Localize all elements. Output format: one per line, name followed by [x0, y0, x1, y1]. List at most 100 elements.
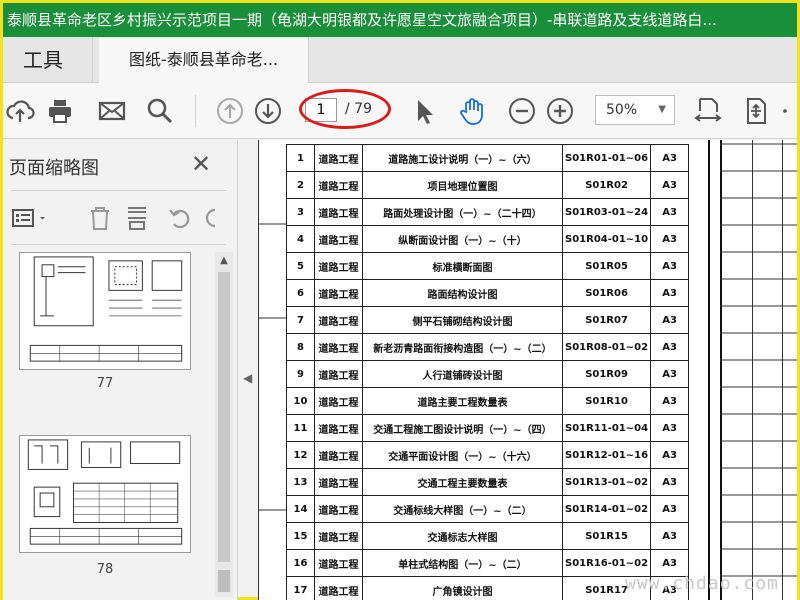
- table-cell: A3: [650, 333, 690, 361]
- table-cell: S01R03-01~24: [561, 198, 652, 226]
- table-cell: 道路工程: [314, 144, 363, 172]
- select-cursor-icon[interactable]: [407, 95, 441, 127]
- thumbnail-sidebar: 页面缩略图 ✕ 77 78 ▲: [3, 140, 238, 600]
- table-cell: 道路工程: [314, 495, 363, 523]
- table-cell: A3: [650, 198, 690, 226]
- table-row: 1 道路工程 道路施工设计说明（一）~（六） S01R01-01~06 A3: [286, 144, 690, 172]
- table-cell: 7: [286, 306, 315, 334]
- extract-pages-icon[interactable]: [123, 204, 151, 232]
- table-cell: 道路工程: [314, 441, 363, 469]
- table-cell: S01R13-01~02: [561, 468, 652, 496]
- table-cell: A3: [650, 279, 690, 307]
- thumbnail-options-icon[interactable]: [11, 204, 39, 232]
- table-row: 6 道路工程 路面结构设计图 S01R06 A3: [286, 279, 690, 307]
- zoom-select[interactable]: 50% ▼: [595, 95, 675, 125]
- tab-bar: 工具 图纸-泰顺县革命老...: [3, 37, 797, 83]
- dropdown-icon[interactable]: [39, 204, 67, 232]
- table-cell: 道路工程: [314, 225, 363, 253]
- table-cell: A3: [650, 468, 690, 496]
- table-cell: 标准横断面图: [362, 252, 563, 280]
- table-row: 15 道路工程 交通标志大样图 S01R15 A3: [286, 522, 690, 550]
- table-row: 4 道路工程 纵断面设计图（一）~（十） S01R04-01~10 A3: [286, 225, 690, 253]
- table-cell: A3: [650, 306, 690, 334]
- table-cell: 道路工程: [314, 252, 363, 280]
- zoom-out-icon[interactable]: [505, 95, 539, 127]
- page-thumbnail[interactable]: [19, 435, 191, 553]
- sidebar-divider: [11, 190, 226, 191]
- scroll-up-icon[interactable]: ▲: [215, 252, 233, 270]
- watermark: www.chdao.com: [625, 573, 779, 594]
- table-cell: A3: [650, 414, 690, 442]
- drawing-margin-lines: [258, 223, 286, 511]
- table-cell: S01R11-01~04: [561, 414, 652, 442]
- table-cell: 13: [286, 468, 315, 496]
- table-row: 7 道路工程 侧平石铺砌结构设计图 S01R07 A3: [286, 306, 690, 334]
- rotate-ccw-icon[interactable]: [166, 204, 194, 232]
- search-icon[interactable]: [143, 95, 177, 127]
- highlight-annotation: [299, 89, 391, 129]
- table-cell: 2: [286, 171, 315, 199]
- tab-document[interactable]: 图纸-泰顺县革命老...: [99, 37, 309, 83]
- table-cell: 道路工程: [314, 360, 363, 388]
- table-cell: 道路主要工程数量表: [362, 387, 563, 415]
- zoom-in-icon[interactable]: [543, 95, 577, 127]
- table-row: 5 道路工程 标准横断面图 S01R05 A3: [286, 252, 690, 280]
- more-tools-icon[interactable]: [779, 95, 797, 127]
- table-cell: 道路工程: [314, 333, 363, 361]
- table-cell: S01R05: [561, 252, 652, 280]
- table-row: 12 道路工程 交通平面设计图（一）~（十六） S01R12-01~16 A3: [286, 441, 690, 469]
- fit-page-icon[interactable]: [739, 95, 773, 127]
- table-cell: 道路工程: [314, 522, 363, 550]
- table-cell: 10: [286, 387, 315, 415]
- scrollbar-track[interactable]: [218, 272, 230, 562]
- upload-icon[interactable]: [3, 95, 37, 127]
- table-cell: 11: [286, 414, 315, 442]
- table-cell: 广角镜设计图: [362, 576, 563, 600]
- tab-tools[interactable]: 工具: [3, 37, 93, 83]
- mail-icon[interactable]: [95, 95, 129, 127]
- table-cell: 4: [286, 225, 315, 253]
- close-icon[interactable]: ✕: [191, 150, 211, 178]
- table-cell: 道路工程: [314, 414, 363, 442]
- table-cell: 14: [286, 495, 315, 523]
- sidebar-toolbar: [11, 200, 231, 236]
- table-cell: 5: [286, 252, 315, 280]
- previous-page-icon[interactable]: [213, 95, 247, 127]
- table-cell: 17: [286, 576, 315, 600]
- thumbnail-page-number: 78: [96, 562, 114, 577]
- thumbnail-page-number: 77: [96, 376, 114, 391]
- rotate-cw-icon[interactable]: [201, 204, 229, 232]
- table-cell: 人行道铺砖设计图: [362, 360, 563, 388]
- drawing-index-table: 1 道路工程 道路施工设计说明（一）~（六） S01R01-01~06 A3 2 道路工程项…: [286, 144, 690, 600]
- sidebar-scrollbar[interactable]: ▲: [215, 252, 233, 597]
- table-cell: S01R14-01~02: [561, 495, 652, 523]
- print-icon[interactable]: [43, 95, 77, 127]
- fit-width-icon[interactable]: [691, 95, 725, 127]
- delete-icon[interactable]: [86, 204, 114, 232]
- toolbar-divider: [195, 95, 196, 127]
- table-row: 13 道路工程 交通工程主要数量表 S01R13-01~02 A3: [286, 468, 690, 496]
- collapse-sidebar-icon[interactable]: ◀: [243, 371, 252, 385]
- table-cell: 道路工程: [314, 468, 363, 496]
- table-cell: A3: [650, 252, 690, 280]
- table-cell: A3: [650, 144, 690, 172]
- table-cell: 9: [286, 360, 315, 388]
- table-row: 9 道路工程 人行道铺砖设计图 S01R09 A3: [286, 360, 690, 388]
- table-row: 14 道路工程 交通标线大样图（一）~（二） S01R14-01~02 A3: [286, 495, 690, 523]
- table-cell: A3: [650, 387, 690, 415]
- table-cell: 1: [286, 144, 315, 172]
- table-cell: S01R12-01~16: [561, 441, 652, 469]
- scrollbar-thumb[interactable]: [218, 570, 230, 592]
- table-cell: S01R08-01~02: [561, 333, 652, 361]
- page-thumbnail[interactable]: [19, 252, 191, 370]
- document-view[interactable]: 1 道路工程 道路施工设计说明（一）~（六） S01R01-01~06 A3 2 道路工程项…: [258, 140, 797, 600]
- hand-tool-icon[interactable]: [455, 95, 489, 127]
- table-cell: S01R09: [561, 360, 652, 388]
- table-cell: A3: [650, 171, 690, 199]
- table-cell: 道路工程: [314, 387, 363, 415]
- table-cell: 纵断面设计图（一）~（十）: [362, 225, 563, 253]
- sidebar-title: 页面缩略图: [9, 158, 99, 179]
- table-cell: 路面结构设计图: [362, 279, 563, 307]
- next-page-icon[interactable]: [251, 95, 285, 127]
- table-cell: 项目地理位置图: [362, 171, 563, 199]
